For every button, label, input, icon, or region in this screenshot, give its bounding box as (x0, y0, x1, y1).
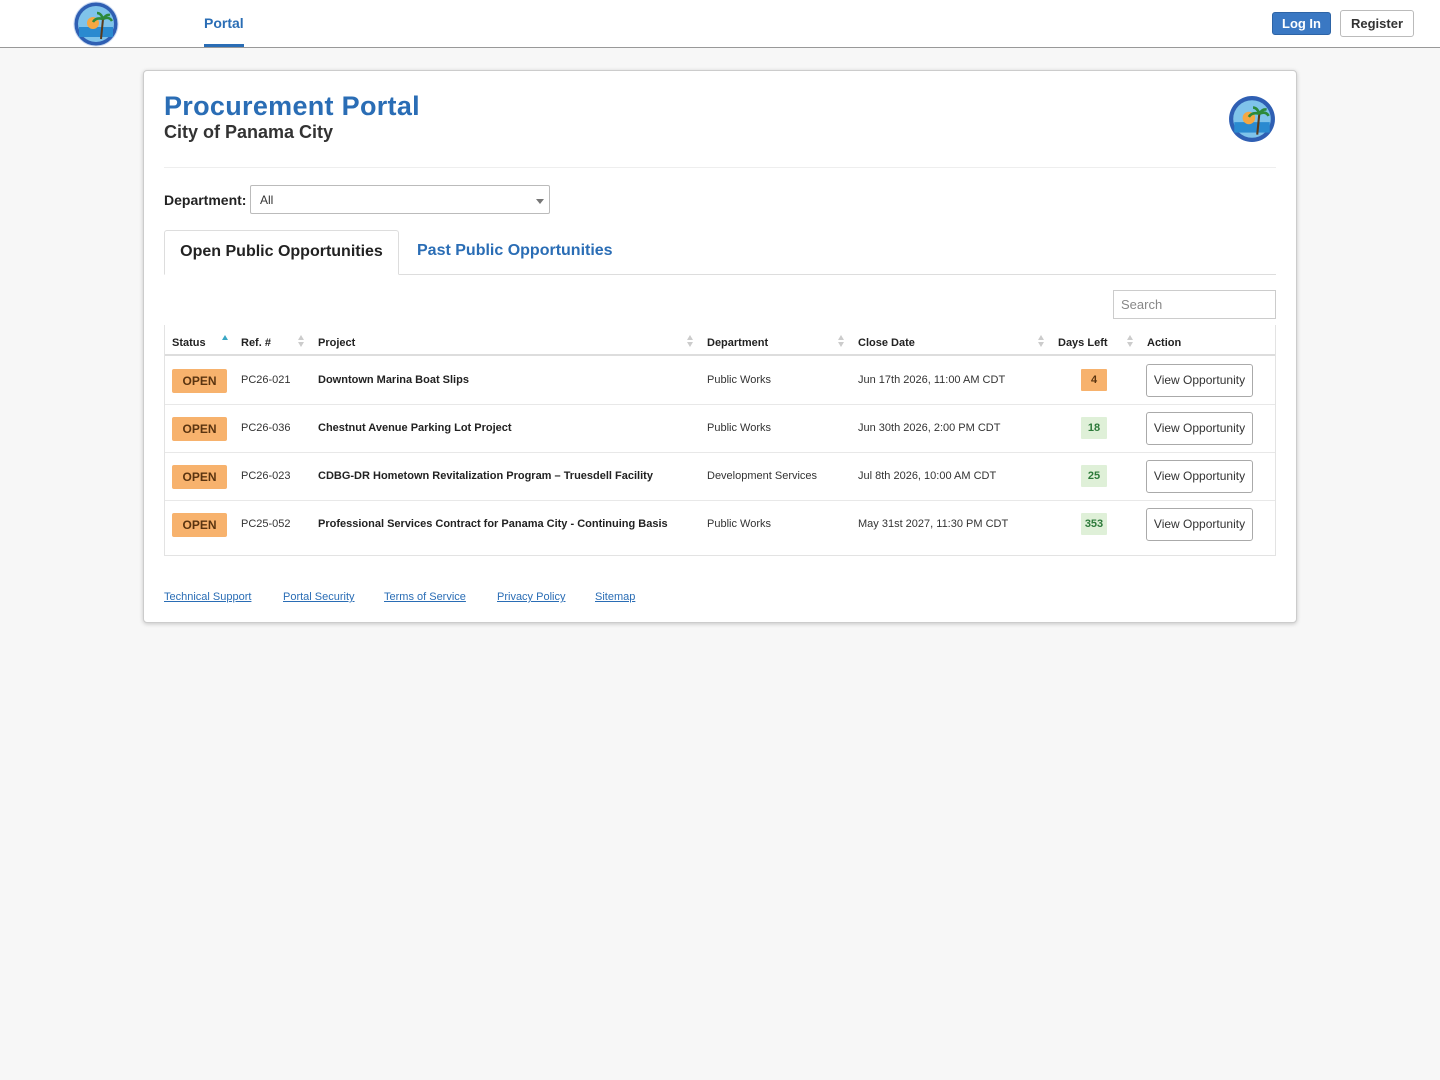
ref-number: PC26-023 (241, 470, 291, 482)
department-select[interactable]: All (250, 185, 550, 214)
sort-icon[interactable] (298, 335, 304, 349)
close-date: May 31st 2027, 11:30 PM CDT (858, 518, 1009, 530)
sort-icon[interactable] (838, 335, 844, 349)
page-title: Procurement Portal (164, 91, 420, 121)
city-seal-logo (1229, 96, 1275, 142)
column-header-action: Action (1147, 337, 1182, 349)
view-opportunity-button[interactable]: View Opportunity (1146, 364, 1253, 397)
column-header-status[interactable]: Status (172, 337, 206, 349)
table-row: OPEN PC26-023 CDBG-DR Hometown Revitaliz… (165, 453, 1275, 500)
department-name: Development Services (707, 470, 818, 482)
header-divider (164, 167, 1276, 168)
status-badge: OPEN (172, 465, 227, 489)
close-date: Jun 30th 2026, 2:00 PM CDT (858, 422, 1001, 434)
footer-link-sitemap[interactable]: Sitemap (595, 591, 635, 603)
department-name: Public Works (707, 422, 771, 434)
sort-icon[interactable] (1127, 335, 1133, 349)
column-header-project[interactable]: Project (318, 337, 355, 349)
ref-number: PC25-052 (241, 518, 291, 530)
view-opportunity-button[interactable]: View Opportunity (1146, 460, 1253, 493)
table-row: OPEN PC26-021 Downtown Marina Boat Slips… (165, 356, 1275, 404)
department-name: Public Works (707, 374, 771, 386)
sort-icon[interactable] (687, 335, 693, 349)
main-card: Procurement Portal City of Panama City D… (143, 70, 1297, 623)
days-left-badge: 18 (1081, 417, 1107, 439)
days-left-badge: 353 (1081, 513, 1107, 535)
column-header-ref[interactable]: Ref. # (241, 337, 271, 349)
footer-link-terms-of-service[interactable]: Terms of Service (384, 591, 466, 603)
table-row: OPEN PC26-036 Chestnut Avenue Parking Lo… (165, 405, 1275, 452)
project-name: CDBG-DR Hometown Revitalization Program … (318, 470, 653, 482)
days-left-badge: 25 (1081, 465, 1107, 487)
close-date: Jul 8th 2026, 10:00 AM CDT (858, 470, 997, 482)
footer-link-technical-support[interactable]: Technical Support (164, 591, 251, 603)
column-header-days-left[interactable]: Days Left (1058, 337, 1108, 349)
department-name: Public Works (707, 518, 771, 530)
status-badge: OPEN (172, 369, 227, 393)
table-row: OPEN PC25-052 Professional Services Cont… (165, 501, 1275, 555)
department-select-value: All (260, 193, 274, 207)
view-opportunity-button[interactable]: View Opportunity (1146, 412, 1253, 445)
register-button[interactable]: Register (1340, 10, 1414, 37)
close-date: Jun 17th 2026, 11:00 AM CDT (858, 374, 1006, 386)
sort-asc-icon[interactable] (222, 335, 228, 349)
ref-number: PC26-036 (241, 422, 291, 434)
view-opportunity-button[interactable]: View Opportunity (1146, 508, 1253, 541)
project-name: Professional Services Contract for Panam… (318, 518, 668, 530)
footer-link-portal-security[interactable]: Portal Security (283, 591, 355, 603)
department-label: Department: (164, 192, 247, 208)
column-header-close-date[interactable]: Close Date (858, 337, 915, 349)
login-button[interactable]: Log In (1272, 12, 1331, 35)
search-input[interactable] (1113, 290, 1276, 319)
tab-past-opportunities[interactable]: Past Public Opportunities (417, 230, 613, 275)
city-seal-logo[interactable] (73, 1, 119, 47)
sort-icon[interactable] (1038, 335, 1044, 349)
top-nav: Portal Log In Register (0, 0, 1440, 48)
page-subtitle: City of Panama City (164, 122, 334, 142)
project-name: Chestnut Avenue Parking Lot Project (318, 422, 512, 434)
nav-portal-link[interactable]: Portal (204, 0, 244, 47)
column-header-department[interactable]: Department (707, 337, 768, 349)
days-left-badge: 4 (1081, 369, 1107, 391)
status-badge: OPEN (172, 417, 227, 441)
nav-active-indicator (204, 44, 244, 47)
status-badge: OPEN (172, 513, 227, 537)
footer-link-privacy-policy[interactable]: Privacy Policy (497, 591, 565, 603)
tab-open-opportunities[interactable]: Open Public Opportunities (164, 230, 399, 275)
chevron-down-icon (536, 199, 544, 204)
opportunities-table: Status Ref. # Project Department Close D… (164, 325, 1276, 556)
ref-number: PC26-021 (241, 374, 291, 386)
project-name: Downtown Marina Boat Slips (318, 374, 469, 386)
